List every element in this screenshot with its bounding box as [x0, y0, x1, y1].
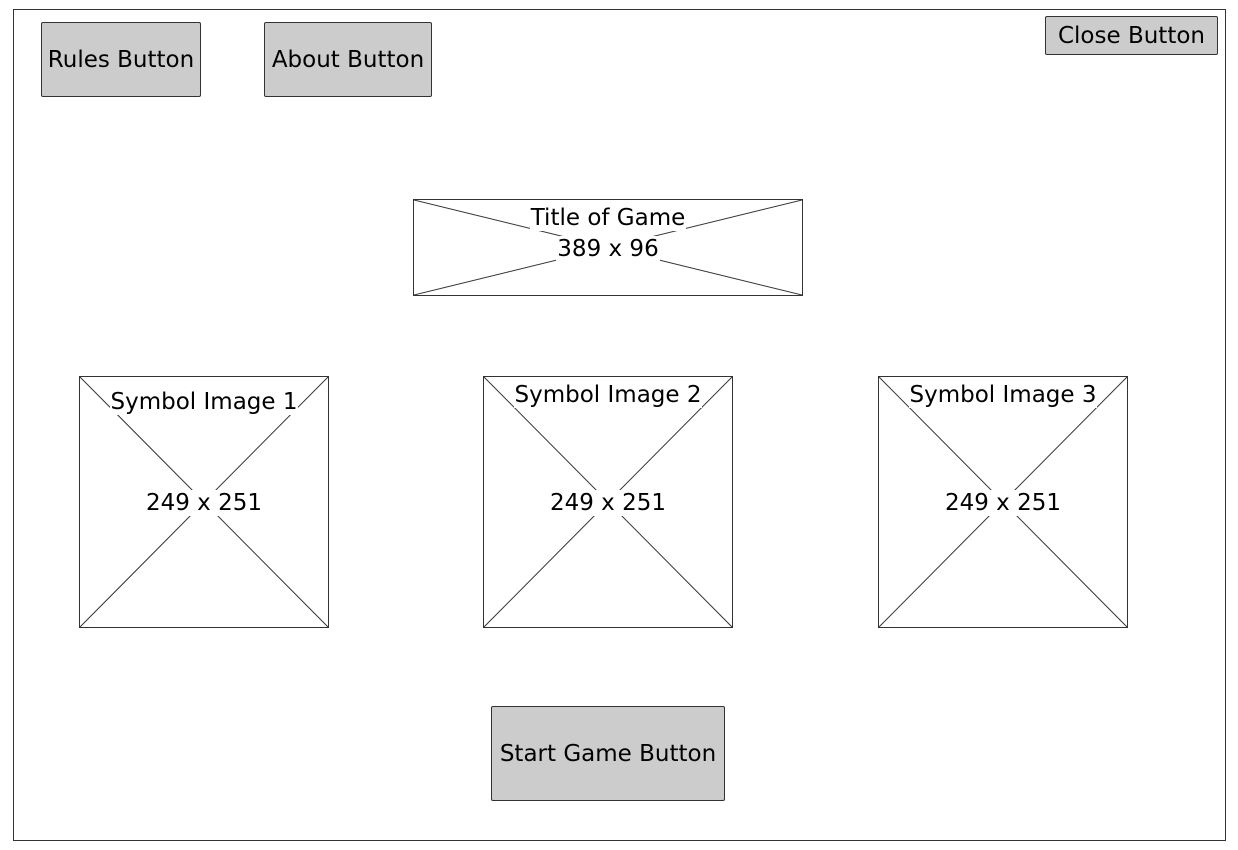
symbol-image-size: 249 x 251 [943, 490, 1063, 516]
symbol-image-size: 249 x 251 [548, 490, 668, 516]
symbol-image-label: Symbol Image 3 [908, 382, 1098, 408]
title-placeholder-label: Title of Game [529, 205, 687, 231]
symbol-image-label: Symbol Image 1 [109, 389, 299, 415]
symbol-image-1: Symbol Image 1 249 x 251 [79, 376, 329, 628]
symbol-image-2: Symbol Image 2 249 x 251 [483, 376, 733, 628]
symbol-image-3: Symbol Image 3 249 x 251 [878, 376, 1128, 628]
about-button[interactable]: About Button [264, 22, 432, 97]
start-game-button[interactable]: Start Game Button [491, 706, 725, 801]
game-title-placeholder: Title of Game 389 x 96 [413, 199, 803, 296]
title-placeholder-size: 389 x 96 [556, 236, 660, 262]
close-button[interactable]: Close Button [1045, 16, 1218, 55]
symbol-image-size: 249 x 251 [144, 490, 264, 516]
rules-button[interactable]: Rules Button [41, 22, 201, 97]
symbol-image-label: Symbol Image 2 [513, 382, 703, 408]
